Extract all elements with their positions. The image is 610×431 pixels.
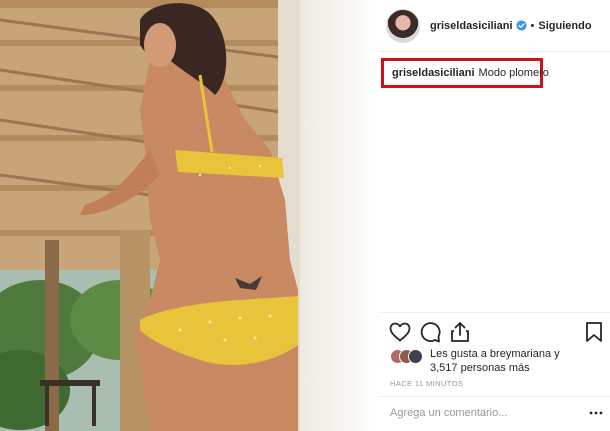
action-bar <box>388 320 606 346</box>
likes-line-1: Les gusta a breymariana y <box>430 348 560 360</box>
actions-divider <box>378 312 610 313</box>
post-sidebar: griseldasiciliani • Siguiendo griseldasi… <box>378 0 610 431</box>
likes-line-2: 3,517 personas más <box>430 362 530 374</box>
caption-text: Modo plomero <box>478 67 549 79</box>
instagram-post: griseldasiciliani • Siguiendo griseldasi… <box>0 0 610 431</box>
header-username[interactable]: griseldasiciliani <box>430 20 513 32</box>
following-button[interactable]: Siguiendo <box>538 20 591 32</box>
comment-divider <box>378 396 610 397</box>
likes-summary: Les gusta a breymariana y 3,517 personas… <box>390 347 606 377</box>
caption-highlight: griseldasiciliani Modo plomero <box>381 58 549 88</box>
avatar[interactable] <box>386 8 420 43</box>
post-photo[interactable] <box>0 0 300 431</box>
comment-input[interactable] <box>390 407 580 419</box>
share-icon[interactable] <box>448 320 472 344</box>
liker-avatars[interactable] <box>390 349 424 365</box>
header-user-line: griseldasiciliani • Siguiendo <box>430 20 592 32</box>
comment-icon[interactable] <box>418 320 442 344</box>
more-options-icon[interactable] <box>588 406 604 420</box>
post-timestamp[interactable]: HACE 11 MINUTOS <box>390 379 463 388</box>
verified-badge-icon <box>516 20 527 31</box>
post-header: griseldasiciliani • Siguiendo <box>378 0 610 52</box>
comment-row <box>390 404 604 422</box>
likes-text[interactable]: Les gusta a breymariana y 3,517 personas… <box>430 347 560 375</box>
header-separator: • <box>530 19 535 32</box>
heart-icon[interactable] <box>388 320 412 344</box>
liker-avatar <box>408 349 423 364</box>
photo-margin <box>300 0 378 431</box>
post-photo-image <box>0 0 300 431</box>
bookmark-icon[interactable] <box>582 320 606 344</box>
caption-username[interactable]: griseldasiciliani <box>392 67 475 79</box>
